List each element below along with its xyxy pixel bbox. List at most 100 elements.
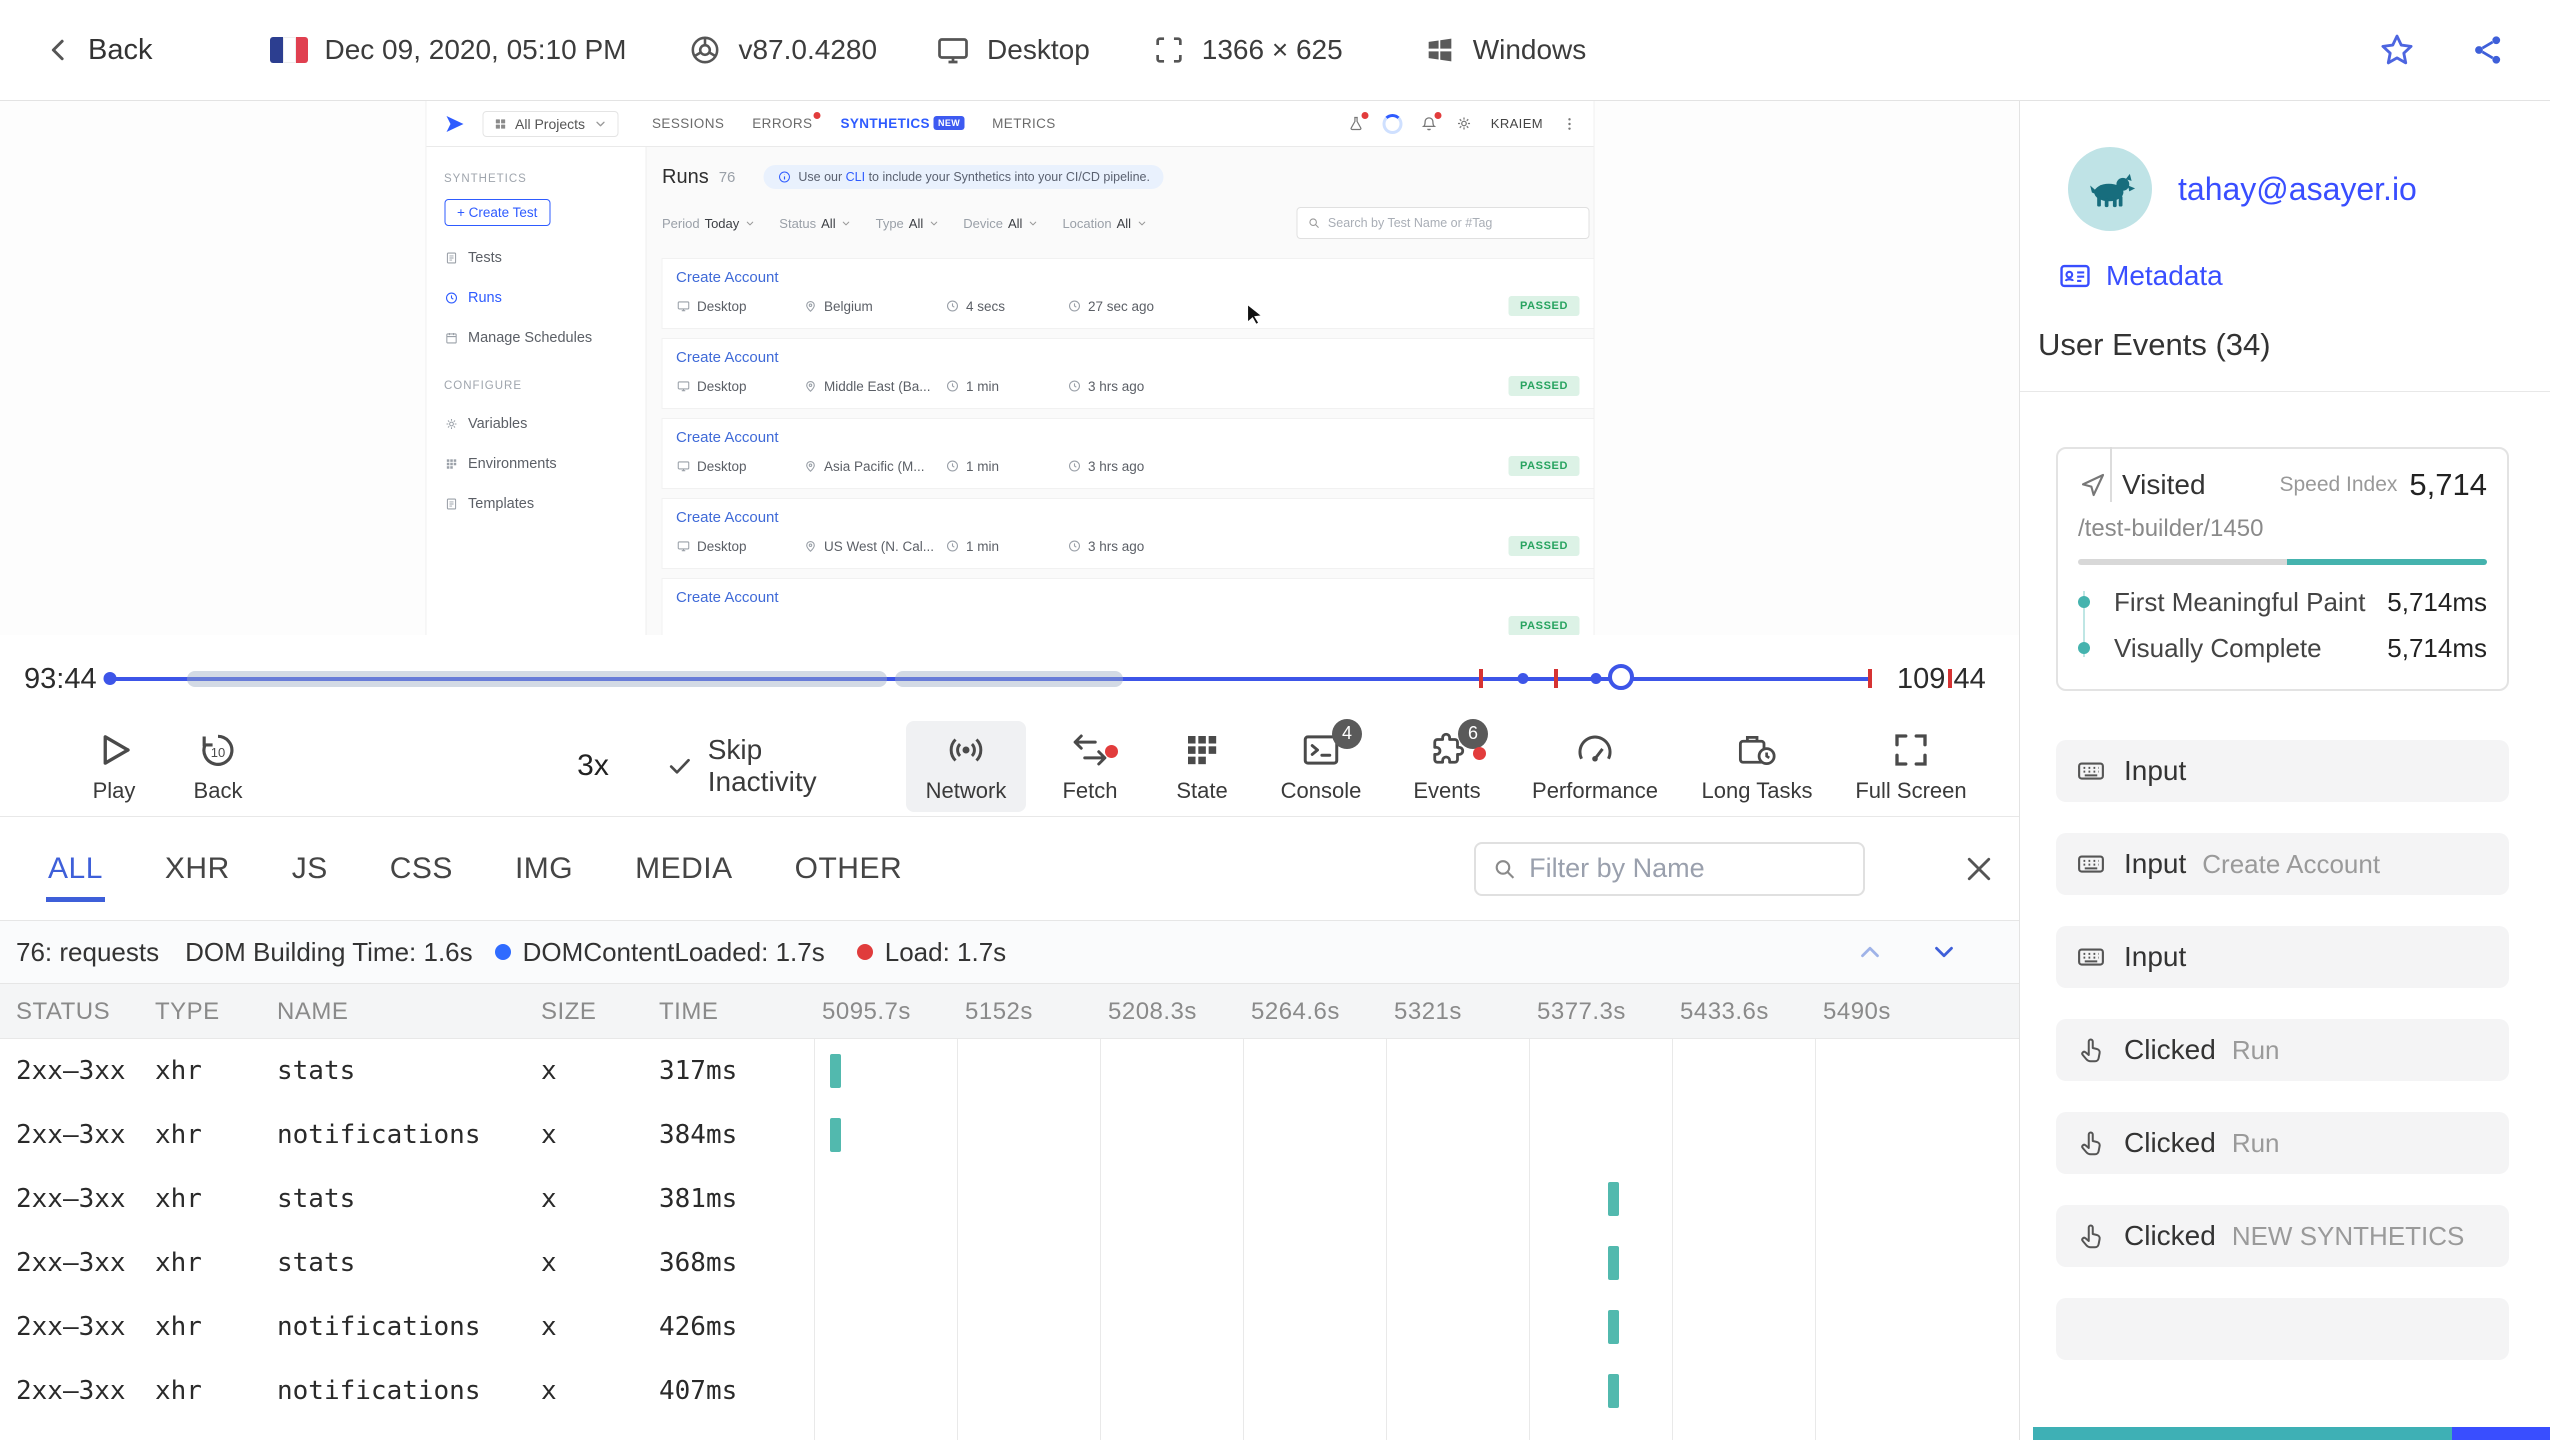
run-row[interactable]: Create Account Desktop Belgium 4 secs 27… xyxy=(662,259,1593,328)
network-tab-all[interactable]: ALL xyxy=(46,836,105,902)
network-request-row[interactable]: 2xx–3xx xhr stats x 317ms xyxy=(0,1039,2019,1103)
network-tab-media[interactable]: MEDIA xyxy=(633,836,735,902)
state-panel-button[interactable]: State xyxy=(1154,729,1250,804)
network-request-row[interactable]: 2xx–3xx xhr stats x 381ms xyxy=(0,1167,2019,1231)
timeline-track[interactable]: 93:44 109:44 xyxy=(0,635,2019,716)
skip-inactivity-toggle[interactable]: Skip Inactivity xyxy=(666,734,866,798)
long-tasks-panel-button[interactable]: Long Tasks xyxy=(1692,729,1822,804)
dom-content-loaded: DOMContentLoaded: 1.7s xyxy=(494,937,825,968)
create-test-button[interactable]: + Create Test xyxy=(444,199,551,226)
network-request-row[interactable]: 2xx–3xx xhr notifications x 426ms xyxy=(0,1295,2019,1359)
run-row[interactable]: Create Account Desktop Asia Pacific (M..… xyxy=(662,419,1593,488)
skip-back-button[interactable]: 10 Back xyxy=(168,729,268,804)
network-summary-bar: 76: requests DOM Building Time: 1.6s DOM… xyxy=(0,920,2019,984)
run-row[interactable]: Create Account Desktop Middle East (Ba..… xyxy=(662,339,1593,408)
keyboard-icon xyxy=(2076,756,2106,786)
tab-metrics[interactable]: METRICS xyxy=(992,116,1056,131)
fetch-alert-dot xyxy=(1105,744,1118,758)
chevron-left-icon xyxy=(44,35,74,65)
tab-errors[interactable]: ERRORS xyxy=(752,112,821,131)
sidebar-item-templates[interactable]: Templates xyxy=(444,496,627,512)
sidebar-item-manage-schedules[interactable]: Manage Schedules xyxy=(444,330,627,346)
fetch-panel-button[interactable]: Fetch xyxy=(1042,729,1138,804)
network-request-row[interactable]: 2xx–3xx xhr notifications x 384ms xyxy=(0,1103,2019,1167)
metadata-button[interactable]: Metadata xyxy=(2058,259,2550,293)
cli-link[interactable]: CLI xyxy=(846,170,865,184)
settings-gear-icon[interactable] xyxy=(1456,115,1473,132)
run-row[interactable]: Create Account PASSED xyxy=(662,579,1593,635)
full-screen-button[interactable]: Full Screen xyxy=(1846,729,1976,804)
user-event-card[interactable] xyxy=(2056,1298,2509,1360)
clock-icon xyxy=(945,459,959,473)
run-name-link[interactable]: Create Account xyxy=(676,349,1579,366)
close-panel-icon[interactable] xyxy=(1961,851,1997,887)
user-email-link[interactable]: tahay@asayer.io xyxy=(2178,171,2417,208)
test-search-field[interactable] xyxy=(1327,216,1578,230)
clicked-event-card[interactable]: Clicked Run xyxy=(2056,1019,2509,1081)
run-name-link[interactable]: Create Account xyxy=(676,429,1579,446)
kebab-menu-icon[interactable] xyxy=(1561,116,1577,132)
input-event-card[interactable]: Input xyxy=(2056,740,2509,802)
status-badge: PASSED xyxy=(1508,616,1579,635)
run-name-link[interactable]: Create Account xyxy=(676,269,1579,286)
jump-previous-icon[interactable] xyxy=(1855,937,1885,967)
clock-icon xyxy=(1067,539,1081,553)
visited-event-card[interactable]: Visited Speed Index 5,714 /test-builder/… xyxy=(2056,447,2509,691)
request-timing-bar xyxy=(1608,1374,1619,1408)
run-name-link[interactable]: Create Account xyxy=(676,589,1579,606)
network-tab-other[interactable]: OTHER xyxy=(793,836,905,902)
project-selector[interactable]: All Projects xyxy=(482,110,619,137)
resolution-icon xyxy=(1152,33,1186,67)
test-search-input[interactable] xyxy=(1296,207,1589,239)
filter-status[interactable]: Status All xyxy=(779,216,851,231)
filter-location[interactable]: Location All xyxy=(1062,216,1147,231)
jump-next-icon[interactable] xyxy=(1929,937,1959,967)
check-icon xyxy=(666,751,694,781)
windows-icon xyxy=(1423,33,1457,67)
network-tab-js[interactable]: JS xyxy=(290,836,330,902)
lab-icon[interactable] xyxy=(1348,112,1369,132)
network-panel-button[interactable]: Network xyxy=(906,720,1026,812)
sidebar-item-tests[interactable]: Tests xyxy=(444,250,627,266)
tab-sessions[interactable]: SESSIONS xyxy=(652,116,724,131)
hand-pointer-icon xyxy=(2076,1035,2106,1065)
play-button[interactable]: Play xyxy=(64,729,164,804)
sidebar-item-variables[interactable]: Variables xyxy=(444,416,627,432)
run-row[interactable]: Create Account Desktop US West (N. Cal..… xyxy=(662,499,1593,568)
timeline-playhead[interactable] xyxy=(1608,664,1634,690)
filter-device[interactable]: Device All xyxy=(963,216,1038,231)
metric-row: Visually Complete 5,714ms xyxy=(2078,625,2487,671)
share-icon[interactable] xyxy=(2470,32,2506,68)
network-tab-xhr[interactable]: XHR xyxy=(163,836,232,902)
console-panel-button[interactable]: 4 Console xyxy=(1266,718,1376,804)
events-panel-button[interactable]: 6 Events xyxy=(1392,718,1502,804)
sidebar-item-runs[interactable]: Runs xyxy=(444,290,627,306)
network-request-row[interactable]: 2xx–3xx xhr notifications x 407ms xyxy=(0,1359,2019,1423)
network-filter-field[interactable] xyxy=(1529,853,1847,884)
clicked-event-card[interactable]: Clicked NEW SYNTHETICS xyxy=(2056,1205,2509,1267)
run-time-ago: 3 hrs ago xyxy=(1088,378,1145,394)
long-tasks-icon xyxy=(1736,729,1778,771)
run-name-link[interactable]: Create Account xyxy=(676,509,1579,526)
network-tab-img[interactable]: IMG xyxy=(513,836,575,902)
network-filter-input[interactable] xyxy=(1474,841,1865,896)
tab-synthetics[interactable]: SYNTHETICS NEW xyxy=(840,116,965,131)
playback-speed-button[interactable]: 3x xyxy=(568,749,618,783)
back-button[interactable]: Back xyxy=(44,34,152,67)
filter-type[interactable]: Type All xyxy=(876,216,940,231)
notifications-bell-icon[interactable] xyxy=(1421,112,1442,132)
performance-panel-button[interactable]: Performance xyxy=(1522,729,1668,804)
timeline-inactivity xyxy=(187,671,887,687)
clicked-event-card[interactable]: Clicked Run xyxy=(2056,1112,2509,1174)
clock-icon xyxy=(945,379,959,393)
user-menu[interactable]: KRAIEM xyxy=(1491,116,1543,131)
input-event-card[interactable]: Input Create Account xyxy=(2056,833,2509,895)
network-request-row[interactable]: 2xx–3xx xhr stats x 368ms xyxy=(0,1231,2019,1295)
input-event-card[interactable]: Input xyxy=(2056,926,2509,988)
sidebar-item-environments[interactable]: Environments xyxy=(444,456,627,472)
search-icon xyxy=(1307,216,1320,230)
network-tab-css[interactable]: CSS xyxy=(388,836,455,902)
filter-period[interactable]: Period Today xyxy=(662,216,755,231)
network-table-header: STATUS TYPE NAME SIZE TIME 5095.7s 5152s… xyxy=(0,984,2019,1039)
favorite-star-icon[interactable] xyxy=(2378,31,2416,69)
